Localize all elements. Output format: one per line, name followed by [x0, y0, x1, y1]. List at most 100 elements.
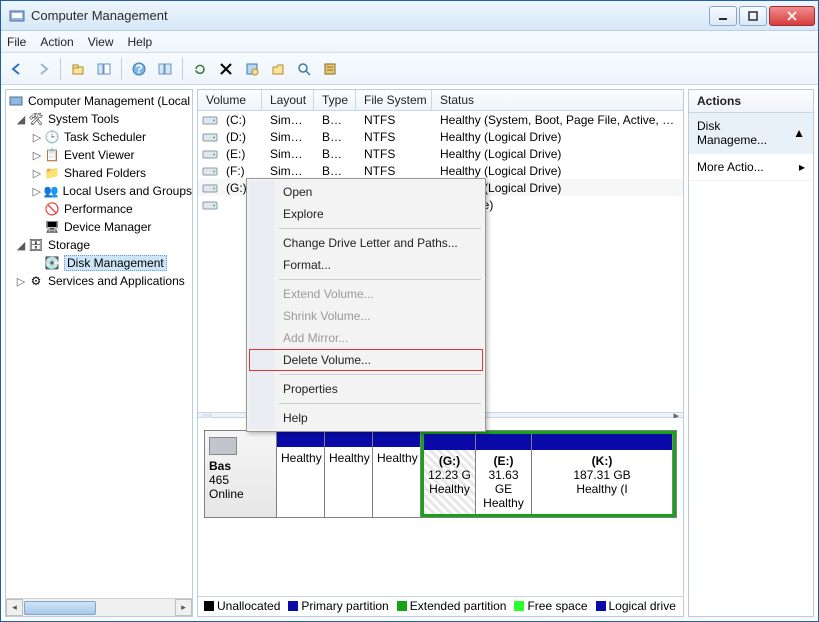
drive-icon: [202, 165, 218, 177]
partition[interactable]: (E:)31.63 GEHealthy: [476, 434, 532, 514]
drive-icon: [202, 182, 218, 194]
expand-icon[interactable]: ▷: [14, 275, 28, 288]
tree-disk-management[interactable]: Disk Management: [64, 255, 167, 271]
drive-icon: [202, 199, 218, 211]
delete-icon[interactable]: [214, 57, 238, 81]
partition[interactable]: Healthy: [373, 431, 421, 517]
app-icon: [9, 8, 25, 24]
drive-icon: [202, 148, 218, 160]
collapse-icon[interactable]: ◢: [14, 239, 28, 252]
volume-row[interactable]: (F:)SimpleBasicNTFSHealthy (Logical Driv…: [198, 162, 683, 179]
toolbar: ?: [1, 53, 818, 85]
ctx-add-mirror: Add Mirror...: [249, 327, 483, 349]
partition[interactable]: Healthy: [325, 431, 373, 517]
extended-partition: (G:)12.23 GHealthy (E:)31.63 GEHealthy (…: [421, 431, 676, 517]
tree-storage[interactable]: Storage: [48, 238, 90, 252]
scroll-right-button[interactable]: ▸: [175, 599, 192, 616]
col-type[interactable]: Type: [314, 90, 356, 110]
forward-button[interactable]: [31, 57, 55, 81]
menu-help[interactable]: Help: [128, 35, 153, 49]
actions-header: Actions: [689, 90, 813, 113]
tree-root[interactable]: Computer Management (Local: [28, 94, 190, 108]
partitions: Healthy Healthy Healthy (G:)12.23 GHealt…: [276, 430, 677, 518]
disk-graphical-view[interactable]: Bas 465 Online Healthy Healthy Healthy (…: [198, 418, 683, 617]
ctx-explore[interactable]: Explore: [249, 203, 483, 225]
ctx-help[interactable]: Help: [249, 407, 483, 429]
volume-list-header[interactable]: Volume Layout Type File System Status: [198, 90, 683, 111]
menu-file[interactable]: File: [7, 35, 26, 49]
expand-icon[interactable]: ▷: [30, 149, 44, 162]
disk-header[interactable]: Bas 465 Online: [204, 430, 276, 518]
col-volume[interactable]: Volume: [198, 90, 262, 110]
properties-button[interactable]: [153, 57, 177, 81]
help-button[interactable]: ?: [127, 57, 151, 81]
console-root-icon: [8, 93, 24, 109]
clock-icon: 🕒: [44, 129, 60, 145]
menubar: File Action View Help: [1, 31, 818, 53]
tree-event-viewer[interactable]: Event Viewer: [64, 148, 134, 162]
performance-icon: 🚫: [44, 201, 60, 217]
expand-icon[interactable]: ▷: [30, 167, 44, 180]
disk-management-icon: 💽: [44, 255, 60, 271]
expand-icon[interactable]: ▷: [30, 131, 44, 144]
disk-icon: [209, 437, 237, 455]
col-layout[interactable]: Layout: [262, 90, 314, 110]
tree-performance[interactable]: Performance: [64, 202, 133, 216]
menu-view[interactable]: View: [88, 35, 114, 49]
expand-icon[interactable]: ▷: [30, 185, 43, 198]
close-button[interactable]: [769, 6, 815, 26]
event-viewer-icon: 📋: [44, 147, 60, 163]
col-status[interactable]: Status: [432, 90, 683, 110]
partition[interactable]: (K:)187.31 GBHealthy (I: [532, 434, 673, 514]
tree-device-manager[interactable]: Device Manager: [64, 220, 151, 234]
users-icon: 👥: [43, 183, 58, 199]
scroll-thumb[interactable]: [24, 601, 96, 615]
open-icon[interactable]: [266, 57, 290, 81]
back-button[interactable]: [5, 57, 29, 81]
window-title: Computer Management: [31, 8, 709, 23]
menu-action[interactable]: Action: [40, 35, 73, 49]
tree-horizontal-scrollbar[interactable]: ◂ ▸: [6, 598, 192, 616]
list-icon[interactable]: [318, 57, 342, 81]
ctx-delete-volume[interactable]: Delete Volume...: [249, 349, 483, 371]
computer-management-window: Computer Management File Action View Hel…: [0, 0, 819, 622]
settings-icon[interactable]: [240, 57, 264, 81]
ctx-extend-volume: Extend Volume...: [249, 283, 483, 305]
search-icon[interactable]: [292, 57, 316, 81]
disk-row[interactable]: Bas 465 Online Healthy Healthy Healthy (…: [204, 430, 677, 518]
drive-icon: [202, 114, 218, 126]
partition-selected[interactable]: (G:)12.23 GHealthy: [424, 434, 476, 514]
up-button[interactable]: [66, 57, 90, 81]
drive-icon: [202, 131, 218, 143]
col-filesystem[interactable]: File System: [356, 90, 432, 110]
maximize-button[interactable]: [739, 6, 767, 26]
device-manager-icon: 🖥: [44, 219, 60, 235]
legend: Unallocated Primary partition Extended p…: [198, 596, 683, 614]
tree-services[interactable]: Services and Applications: [48, 274, 185, 288]
volume-row[interactable]: (C:)SimpleBasicNTFSHealthy (System, Boot…: [198, 111, 683, 128]
volume-row[interactable]: (D:)SimpleBasicNTFSHealthy (Logical Driv…: [198, 128, 683, 145]
tree-local-users[interactable]: Local Users and Groups: [63, 184, 192, 198]
refresh-button[interactable]: [188, 57, 212, 81]
ctx-properties[interactable]: Properties: [249, 378, 483, 400]
actions-more[interactable]: More Actio...▸: [689, 154, 813, 181]
volume-row[interactable]: (E:)SimpleBasicNTFSHealthy (Logical Driv…: [198, 145, 683, 162]
actions-disk-management[interactable]: Disk Manageme...▲: [689, 113, 813, 154]
ctx-change-drive-letter[interactable]: Change Drive Letter and Paths...: [249, 232, 483, 254]
partition[interactable]: Healthy: [277, 431, 325, 517]
collapse-icon: ▲: [793, 126, 805, 140]
tree-shared-folders[interactable]: Shared Folders: [64, 166, 146, 180]
disk-size: 465: [209, 473, 272, 487]
tree-system-tools[interactable]: System Tools: [48, 112, 119, 126]
scroll-left-button[interactable]: ◂: [6, 599, 23, 616]
ctx-open[interactable]: Open: [249, 181, 483, 203]
show-hide-tree-button[interactable]: [92, 57, 116, 81]
minimize-button[interactable]: [709, 6, 737, 26]
ctx-format[interactable]: Format...: [249, 254, 483, 276]
actions-panel: Actions Disk Manageme...▲ More Actio...▸: [688, 89, 814, 617]
collapse-icon[interactable]: ◢: [14, 113, 28, 126]
navigation-tree[interactable]: Computer Management (Local ◢🛠System Tool…: [5, 89, 193, 617]
context-menu: Open Explore Change Drive Letter and Pat…: [246, 178, 486, 432]
tree-task-scheduler[interactable]: Task Scheduler: [64, 130, 146, 144]
titlebar[interactable]: Computer Management: [1, 1, 818, 31]
